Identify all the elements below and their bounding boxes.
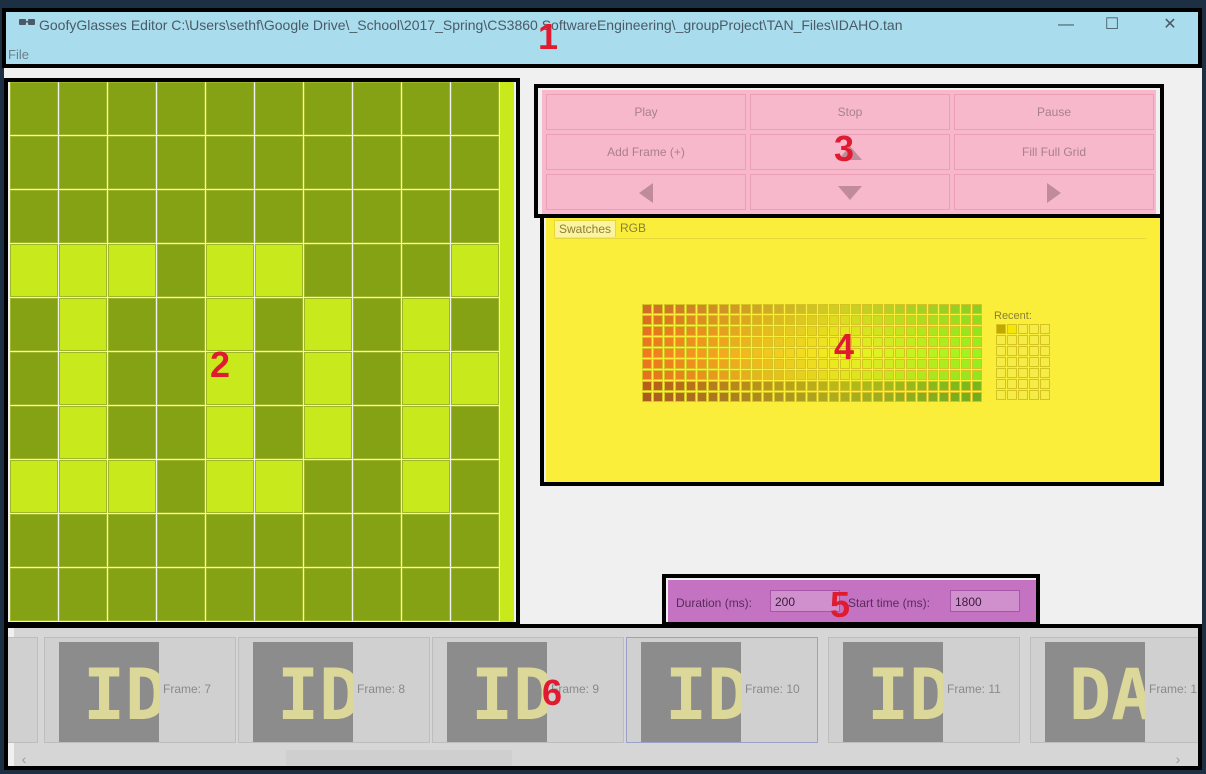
annotation-2: 2 [210, 344, 231, 385]
region-6-frame [4, 624, 1202, 770]
region-2-frame [4, 78, 520, 626]
region-5-frame [662, 574, 1040, 626]
annotation-6: 6 [542, 672, 563, 713]
annotation-3: 3 [834, 128, 855, 169]
region-1-frame [2, 8, 1202, 68]
annotation-5: 5 [830, 584, 851, 625]
annotation-1: 1 [538, 16, 559, 57]
annotation-4: 4 [834, 326, 855, 367]
